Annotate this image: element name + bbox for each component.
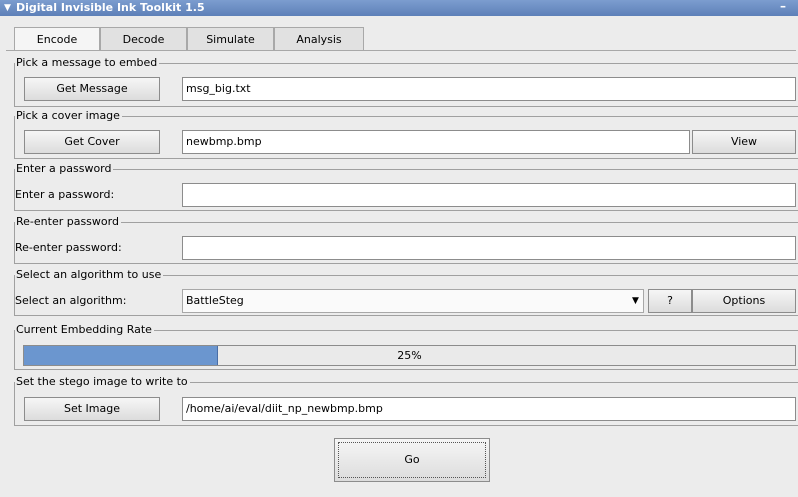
reenter-group-title: Re-enter password: [15, 215, 121, 228]
progress-text: 25%: [397, 349, 422, 362]
password-label: Enter a password:: [15, 188, 115, 201]
go-button[interactable]: Go: [334, 438, 490, 482]
triangle-down-icon[interactable]: ▼: [4, 0, 11, 16]
reenter-password-field[interactable]: [182, 236, 796, 260]
window-title: Digital Invisible Ink Toolkit 1.5: [16, 1, 205, 14]
go-button-label: Go: [404, 453, 420, 466]
tab-decode[interactable]: Decode: [100, 27, 187, 50]
algorithm-select[interactable]: BattleSteg: [182, 289, 644, 313]
options-button[interactable]: Options: [692, 289, 796, 313]
embedding-rate-progress: 25%: [23, 345, 796, 366]
algorithm-help-button[interactable]: ?: [648, 289, 692, 313]
algorithm-label: Select an algorithm:: [15, 294, 127, 307]
password-group-title: Enter a password: [15, 162, 114, 175]
tab-encode[interactable]: Encode: [14, 27, 100, 51]
view-button[interactable]: View: [692, 130, 796, 154]
set-image-button[interactable]: Set Image: [24, 397, 160, 421]
title-bar: ▼ Digital Invisible Ink Toolkit 1.5 –: [0, 0, 798, 16]
rate-group-title: Current Embedding Rate: [15, 323, 154, 336]
reenter-password-label: Re-enter password:: [15, 241, 122, 254]
cover-group-title: Pick a cover image: [15, 109, 122, 122]
message-group-title: Pick a message to embed: [15, 56, 160, 69]
get-message-button[interactable]: Get Message: [24, 77, 160, 101]
tab-analysis[interactable]: Analysis: [274, 27, 364, 50]
chevron-down-icon[interactable]: ▼: [632, 289, 639, 313]
stego-group-title: Set the stego image to write to: [15, 375, 190, 388]
app-window: ▼ Digital Invisible Ink Toolkit 1.5 – En…: [0, 0, 798, 497]
get-cover-button[interactable]: Get Cover: [24, 130, 160, 154]
stego-file-field[interactable]: /home/ai/eval/diit_np_newbmp.bmp: [182, 397, 796, 421]
algorithm-group-title: Select an algorithm to use: [15, 268, 164, 281]
tab-simulate[interactable]: Simulate: [187, 27, 274, 50]
minimize-icon[interactable]: –: [780, 0, 786, 14]
message-file-field[interactable]: msg_big.txt: [182, 77, 796, 101]
password-field[interactable]: [182, 183, 796, 207]
cover-file-field[interactable]: newbmp.bmp: [182, 130, 690, 154]
